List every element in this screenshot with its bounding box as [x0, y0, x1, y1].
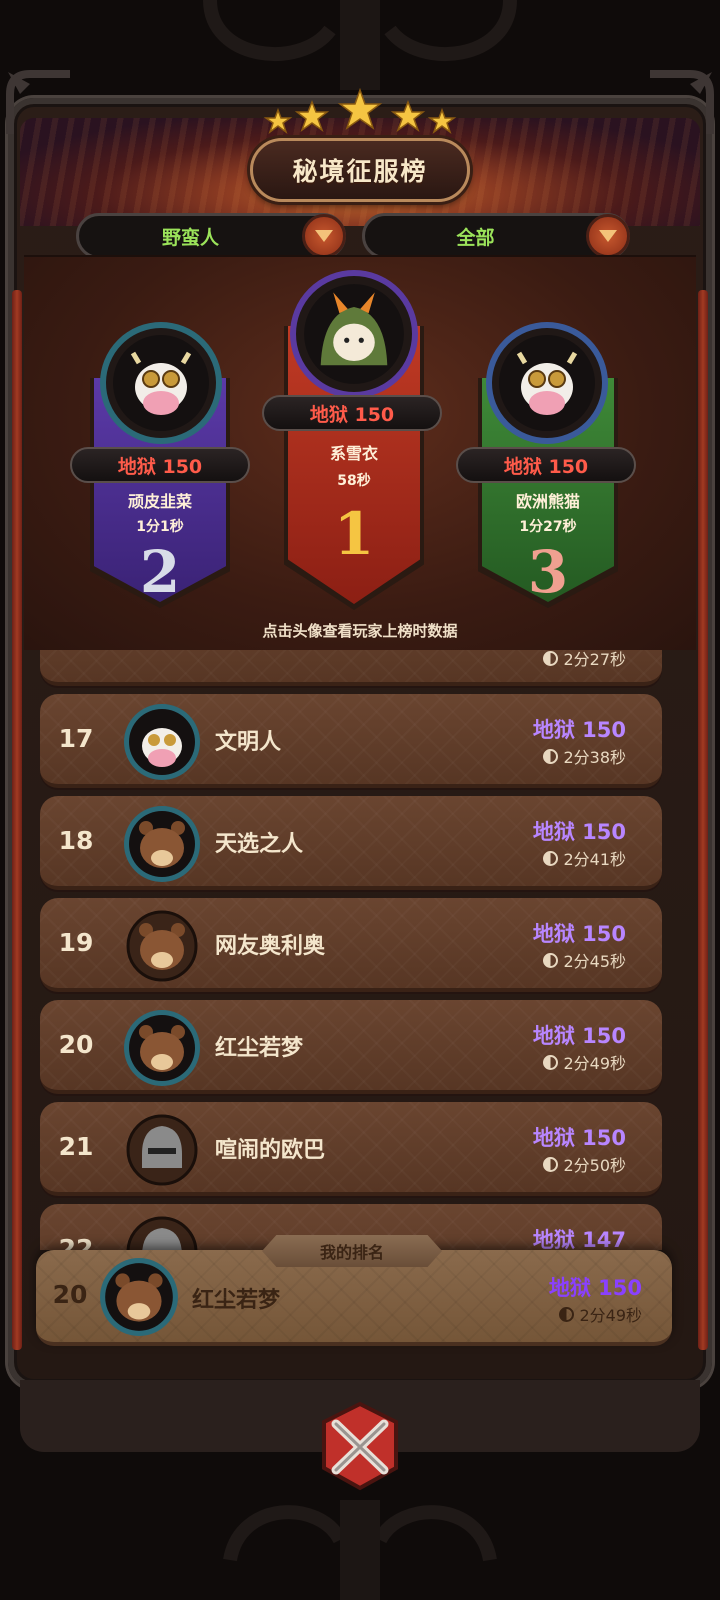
frame-rail-left [12, 290, 22, 1350]
clock-icon [543, 1054, 559, 1070]
podium-time-rank-1: 58秒 [337, 473, 371, 489]
podium-avatar-rank-2[interactable] [100, 322, 222, 444]
table-row[interactable]: 2分27秒 [40, 650, 662, 686]
chevron-down-icon[interactable] [302, 214, 346, 258]
row-name: 文明人 [215, 730, 282, 755]
podium-rank-number-3: 3 [527, 538, 569, 606]
row-rank: 21 [58, 1132, 94, 1161]
podium-mode-rank-3: 地狱 150 [456, 447, 636, 483]
close-x-icon[interactable] [300, 1398, 420, 1498]
row-rank: 18 [58, 826, 94, 855]
row-rank: 19 [58, 928, 94, 957]
row-mode: 地狱 150 [532, 1126, 626, 1150]
my-rank-time: 2分49秒 [559, 1302, 642, 1326]
table-row[interactable]: 21 喧闹的欧巴 地狱 150 2分50秒 [40, 1102, 662, 1196]
row-time: 2分27秒 [543, 650, 626, 670]
podium-mode-rank-1: 地狱 150 [262, 395, 442, 431]
knight-avatar[interactable] [122, 1110, 202, 1190]
row-mode: 地狱 150 [532, 820, 626, 844]
podium-avatar-rank-3[interactable] [486, 322, 608, 444]
row-mode: 地狱 150 [532, 1024, 626, 1048]
table-row[interactable]: 17 文明人 地狱 150 2分38秒 [40, 694, 662, 788]
row-name: 红尘若梦 [215, 1036, 304, 1061]
row-time: 2分45秒 [543, 948, 626, 972]
clock-icon [543, 650, 559, 666]
star-icon [263, 88, 457, 135]
table-row[interactable]: 20 红尘若梦 地狱 150 2分49秒 [40, 1000, 662, 1094]
table-row[interactable]: 18 天选之人 地狱 150 2分41秒 [40, 796, 662, 890]
my-rank-mode: 地狱 150 [548, 1276, 642, 1300]
row-time: 2分50秒 [543, 1152, 626, 1176]
cow-mask-avatar [113, 335, 209, 431]
row-rank: 22 [58, 1234, 94, 1250]
my-rank-name: 红尘若梦 [192, 1288, 281, 1313]
row-time: 2分41秒 [543, 846, 626, 870]
bear-avatar[interactable] [122, 1008, 202, 1088]
knight-avatar[interactable] [122, 1212, 202, 1250]
bear-avatar[interactable] [122, 804, 202, 884]
podium-name-rank-3: 欧洲熊猫 [515, 492, 580, 511]
row-mode: 地狱 147 [532, 1228, 626, 1250]
podium-name-rank-2: 顽皮韭菜 [127, 492, 192, 511]
clock-icon [543, 952, 559, 968]
bear-avatar[interactable] [122, 906, 202, 986]
podium-time-rank-3: 1分27秒 [519, 519, 577, 535]
class-filter-dropdown[interactable]: 野蛮人 [76, 213, 346, 259]
chevron-down-icon[interactable] [586, 214, 630, 258]
podium-mode-rank-2: 地狱 150 [70, 447, 250, 483]
row-rank: 20 [58, 1030, 94, 1059]
podium-avatar-rank-1[interactable] [290, 270, 418, 398]
page-title: 秘境征服榜 [250, 138, 470, 202]
row-mode: 地狱 150 [532, 922, 626, 946]
fox-hood-avatar [304, 284, 404, 384]
podium-rank-number-1: 1 [333, 500, 375, 568]
my-rank-tag: 我的排名 [262, 1235, 442, 1267]
row-name: 喧闹的欧巴 [215, 1138, 326, 1163]
scope-filter-label: 全部 [456, 226, 495, 249]
podium-time-rank-2: 1分1秒 [136, 519, 184, 535]
row-time: 2分49秒 [543, 1050, 626, 1074]
ranking-list[interactable]: 2分27秒 17 文明人 地狱 150 2分38秒 18 天选之人 地狱 150… [30, 650, 690, 1250]
clock-icon [543, 748, 559, 764]
class-filter-label: 野蛮人 [161, 226, 219, 249]
row-rank: 17 [58, 724, 94, 753]
podium-rank-number-2: 2 [139, 538, 181, 606]
tip-text: 点击头像查看玩家上榜时数据 [262, 622, 458, 640]
cow-mask-avatar [499, 335, 595, 431]
row-name: 天选之人 [215, 832, 304, 857]
bear-avatar[interactable] [98, 1256, 180, 1338]
cow-mask-avatar[interactable] [122, 702, 202, 782]
row-time: 2分38秒 [543, 744, 626, 768]
row-name: 网友奥利奥 [215, 934, 326, 959]
clock-icon [543, 850, 559, 866]
table-row[interactable]: 19 网友奥利奥 地狱 150 2分45秒 [40, 898, 662, 992]
row-mode: 地狱 150 [532, 718, 626, 742]
clock-icon [559, 1306, 575, 1322]
my-rank-number: 20 [52, 1280, 88, 1309]
scope-filter-dropdown[interactable]: 全部 [362, 213, 630, 259]
clock-icon [543, 1156, 559, 1172]
frame-rail-right [698, 290, 708, 1350]
podium-name-rank-1: 系雪衣 [329, 444, 378, 463]
